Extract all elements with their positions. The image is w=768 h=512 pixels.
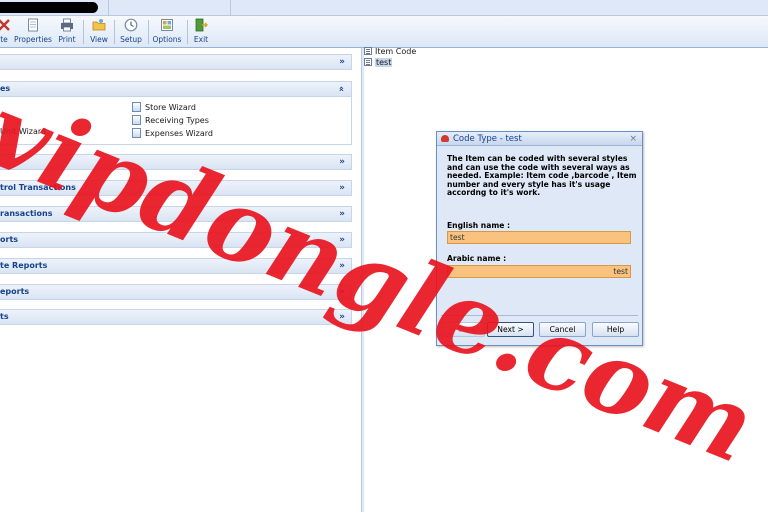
print-button[interactable]: Print (56, 18, 78, 46)
english-name-input[interactable]: test (447, 231, 631, 244)
section-label: te Reports (0, 261, 48, 270)
options-icon (161, 19, 173, 31)
chevron-down-double-icon[interactable]: » (339, 155, 345, 169)
dialog-divider (441, 315, 638, 316)
section-label: es (0, 84, 11, 93)
toolbar: te Properties Print View Setup Options E… (0, 16, 768, 48)
wizard-link-store[interactable]: Store Wizard (132, 102, 196, 112)
chevron-down-double-icon[interactable]: » (339, 55, 345, 69)
tree-node-label: test (375, 58, 393, 67)
wizard-link-unit[interactable]: Unit Wizard (0, 127, 46, 136)
panel-section-header[interactable]: orts » (0, 232, 352, 248)
clock-icon (124, 18, 138, 32)
panel-section-header[interactable]: te Reports » (0, 258, 352, 274)
code-type-dialog: Code Type - test × The Item can be coded… (436, 131, 643, 346)
wizard-label: Receiving Types (145, 116, 209, 125)
dialog-title: Code Type - test (453, 134, 522, 144)
wizard-label: Store Wizard (145, 103, 196, 112)
setup-label: Setup (120, 35, 142, 44)
exit-button[interactable]: Exit (191, 18, 211, 46)
cancel-button[interactable]: Cancel (539, 322, 586, 337)
view-button[interactable]: View (88, 18, 110, 46)
list-icon (364, 47, 372, 55)
wizard-link-receiving-types[interactable]: Receiving Types (132, 115, 209, 125)
arabic-name-input[interactable]: test (447, 265, 631, 278)
section-label: ts (0, 312, 9, 321)
chevron-down-double-icon[interactable]: » (339, 207, 345, 221)
section-label: eports (0, 287, 30, 296)
panel-section-header[interactable]: » (0, 54, 352, 70)
panel-section-header[interactable]: » (0, 154, 352, 170)
dialog-description: The Item can be coded with several style… (447, 154, 637, 198)
toolbar-separator (148, 20, 149, 44)
wizard-icon (132, 102, 141, 112)
wizard-icon (132, 128, 141, 138)
chevron-down-double-icon[interactable]: » (339, 285, 345, 299)
section-body: Unit Wizard Store Wizard Receiving Types… (0, 97, 352, 145)
window-top-bar (0, 0, 768, 16)
setup-button[interactable]: Setup (118, 18, 144, 46)
top-tab[interactable] (108, 0, 230, 16)
top-tab[interactable] (230, 0, 320, 16)
english-name-label: English name : (447, 221, 511, 230)
folder-view-icon (92, 19, 106, 31)
chevron-down-double-icon[interactable]: » (339, 233, 345, 247)
wizard-link-expenses[interactable]: Expenses Wizard (132, 128, 213, 138)
chevron-down-double-icon[interactable]: » (339, 259, 345, 273)
section-label: ransactions (0, 209, 53, 218)
properties-label: Properties (14, 35, 52, 44)
toolbar-separator (83, 20, 84, 44)
tree-node-test[interactable]: test (364, 58, 393, 67)
toolbar-separator (187, 20, 188, 44)
chevron-up-double-icon[interactable]: » (335, 86, 349, 92)
panel-section-header[interactable]: trol Transactions » (0, 180, 352, 196)
delete-label: te (0, 35, 8, 44)
dialog-title-bar[interactable]: Code Type - test × (437, 132, 642, 146)
arabic-name-label: Arabic name : (447, 254, 507, 263)
tree-node-label: Item Code (375, 47, 417, 56)
options-button[interactable]: Options (151, 18, 183, 46)
pane-splitter[interactable] (361, 48, 364, 512)
chevron-down-double-icon[interactable]: » (339, 310, 345, 324)
print-label: Print (58, 35, 76, 44)
help-button[interactable]: Help (592, 322, 639, 337)
document-icon (28, 18, 38, 32)
printer-icon (61, 18, 73, 32)
chevron-down-double-icon[interactable]: » (339, 181, 345, 195)
section-label: orts (0, 235, 19, 244)
delete-icon (0, 19, 10, 31)
panel-section-header[interactable]: eports » (0, 284, 352, 300)
options-label: Options (152, 35, 182, 44)
panel-section-header-expanded[interactable]: es » (0, 81, 352, 97)
back-button[interactable]: < Back (441, 322, 485, 337)
panel-section-header[interactable]: ransactions » (0, 206, 352, 222)
tree-node-item-code[interactable]: Item Code (364, 47, 416, 56)
redacted-title-bar (0, 2, 98, 13)
list-icon (364, 58, 372, 66)
exit-door-icon (195, 18, 208, 32)
wizard-label: Expenses Wizard (145, 129, 213, 138)
toolbar-separator (114, 20, 115, 44)
exit-label: Exit (193, 35, 209, 44)
wizard-icon (132, 115, 141, 125)
properties-button[interactable]: Properties (14, 18, 52, 46)
close-icon[interactable]: × (629, 132, 637, 146)
section-label: trol Transactions (0, 183, 76, 192)
heart-app-icon (441, 135, 449, 142)
view-label: View (90, 35, 108, 44)
delete-button[interactable]: te (0, 18, 12, 46)
panel-section-header[interactable]: ts » (0, 309, 352, 325)
wizard-label: Unit Wizard (0, 127, 47, 136)
next-button[interactable]: Next > (487, 322, 534, 337)
